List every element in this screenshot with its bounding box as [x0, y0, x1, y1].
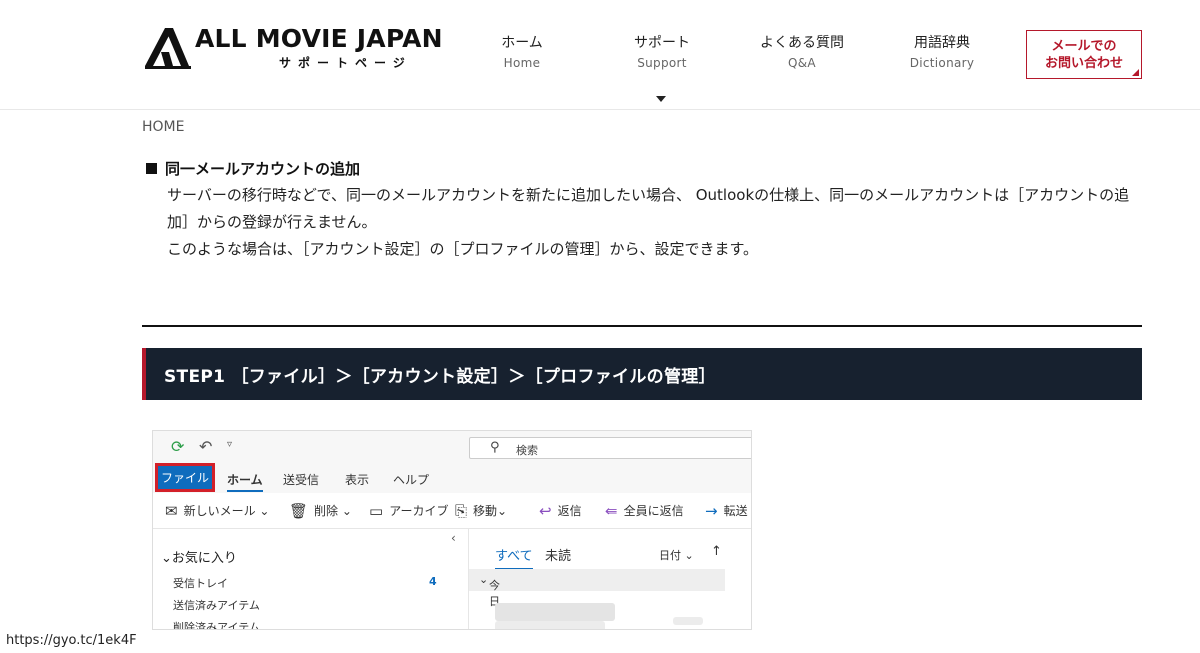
undo-icon: ↶: [199, 437, 213, 456]
folder-sent: 送信済みアイテム: [173, 599, 260, 612]
ribbon-new-mail-label: 新しいメール: [183, 504, 256, 518]
group-today: ⌄ 今日: [469, 569, 725, 608]
outlook-message-list: すべて 未読 日付 ⌄ ↑ ⌄ 今日: [469, 529, 751, 629]
section-paragraph-2: このような場合は、［アカウント設定］の［プロファイルの管理］から、設定できます。: [167, 240, 759, 258]
step-heading-bar: STEP1 ［ファイル］＞［アカウント設定］＞［プロファイルの管理］: [142, 348, 1142, 400]
outlook-tab-view: 表示: [345, 473, 370, 487]
outlook-titlebar: ⟳ ↶ ▿ ⚲ 検索: [153, 431, 751, 463]
folder-inbox: 受信トレイ: [173, 577, 228, 590]
quick-access-dropdown-icon: ▿: [227, 439, 233, 450]
nav-dictionary[interactable]: 用語辞典 Dictionary: [882, 32, 1002, 70]
archive-icon: ▭: [369, 502, 384, 520]
outlook-screenshot: ⟳ ↶ ▿ ⚲ 検索 ファイル ホーム 送受信 表示 ヘルプ ✉ 新しいメール ⌄…: [152, 430, 752, 630]
sync-icon: ⟳: [171, 437, 185, 456]
ribbon-new-mail: ✉ 新しいメール ⌄: [165, 502, 270, 520]
logo-mark-icon: [145, 28, 191, 69]
envelope-icon: ✉: [165, 502, 178, 520]
section-heading-text: 同一メールアカウントの追加: [165, 160, 361, 178]
folder-deleted: 削除済みアイテム: [173, 621, 260, 630]
outlook-tab-help: ヘルプ: [393, 473, 430, 487]
site-logo[interactable]: ALL MOVIE JAPAN サポートページ: [143, 24, 443, 72]
section-divider: [142, 325, 1142, 327]
ribbon-reply-label: 返信: [557, 504, 582, 518]
section-paragraph-1: サーバーの移行時などで、同一のメールアカウントを新たに追加したい場合、 Outl…: [167, 186, 1130, 231]
favorites-label: お気に入り: [171, 551, 237, 566]
mail-tab-all: すべて: [495, 545, 533, 570]
ribbon-reply: ↩ 返信: [539, 502, 582, 520]
nav-dictionary-label: 用語辞典: [914, 35, 970, 51]
caret-down-icon: [656, 96, 666, 102]
mail-tab-unread: 未読: [545, 549, 572, 564]
reply-icon: ↩: [539, 502, 552, 520]
outlook-tab-file: ファイル: [155, 463, 215, 492]
ribbon-reply-all: ⇚ 全員に返信: [605, 502, 684, 520]
nav-qa[interactable]: よくある質問 Q&A: [742, 32, 862, 70]
collapse-pane-icon: ‹: [451, 531, 456, 545]
ribbon-delete-label: 削除: [314, 504, 339, 518]
nav-qa-sublabel: Q&A: [788, 56, 816, 70]
nav-home[interactable]: ホーム Home: [462, 32, 582, 70]
corner-triangle-icon: [1132, 69, 1139, 76]
nav-dictionary-sublabel: Dictionary: [909, 56, 975, 70]
blurred-message-subject: [495, 621, 605, 629]
ribbon-forward-label: 転送: [723, 504, 748, 518]
ribbon-move: ⎘ 移動⌄: [455, 502, 508, 520]
outlook-tab-send-receive: 送受信: [283, 473, 320, 487]
ribbon-reply-all-label: 全員に返信: [623, 504, 684, 518]
outlook-search-label: 検索: [516, 444, 538, 457]
mail-contact-line1: メールでの: [1051, 39, 1117, 54]
logo-subtitle: サポートページ: [279, 56, 412, 70]
status-url[interactable]: https://gyo.tc/1ek4F: [0, 630, 150, 653]
forward-icon: →: [705, 502, 718, 520]
blurred-message-sender: [495, 603, 615, 621]
group-today-label: ⌄ 今日: [479, 573, 500, 608]
ribbon-archive-label: アーカイブ: [389, 504, 449, 518]
site-header: ALL MOVIE JAPAN サポートページ ホーム Home サポート Su…: [0, 0, 1200, 110]
outlook-search-box: ⚲ 検索: [469, 437, 751, 459]
breadcrumb-home[interactable]: HOME: [142, 119, 184, 135]
sort-label: 日付: [659, 549, 681, 562]
outlook-ribbon: ✉ 新しいメール ⌄ 🗑 削除 ⌄ ▭ アーカイブ ⎘ 移動⌄ ↩ 返信 ⇚ 全員に返信 →…: [153, 493, 751, 529]
nav-home-sublabel: Home: [503, 56, 541, 70]
blurred-message-date: [673, 617, 703, 625]
ribbon-move-label: 移動: [473, 504, 498, 518]
sort-direction-icon: ↑: [711, 544, 722, 559]
outlook-ribbon-tabs: ファイル ホーム 送受信 表示 ヘルプ: [153, 463, 751, 493]
mail-contact-line2: お問い合わせ: [1044, 56, 1123, 71]
nav-support[interactable]: サポート Support: [602, 32, 722, 70]
nav-home-label: ホーム: [501, 35, 543, 51]
section-body: サーバーの移行時などで、同一のメールアカウントを新たに追加したい場合、 Outl…: [167, 182, 1142, 263]
nav-qa-label: よくある質問: [760, 35, 844, 51]
logo-title: ALL MOVIE JAPAN: [195, 24, 443, 53]
sort-by-date: 日付 ⌄: [659, 549, 694, 562]
trash-icon: 🗑: [289, 502, 309, 520]
step-title: STEP1 ［ファイル］＞［アカウント設定］＞［プロファイルの管理］: [164, 367, 716, 387]
outlook-folder-pane: ‹ ⌄お気に入り 受信トレイ 4 送信済みアイテム 削除済みアイテム: [153, 529, 469, 630]
inbox-unread-count: 4: [429, 575, 437, 588]
move-folder-icon: ⎘: [455, 502, 468, 520]
section-heading: 同一メールアカウントの追加: [146, 158, 360, 179]
ribbon-archive: ▭ アーカイブ: [369, 502, 448, 520]
mail-contact-button[interactable]: メールでの お問い合わせ: [1026, 30, 1142, 79]
search-icon: ⚲: [490, 440, 500, 455]
outlook-tab-home: ホーム: [227, 471, 263, 492]
ribbon-forward: → 転送: [705, 502, 748, 520]
nav-support-label: サポート: [634, 35, 690, 51]
ribbon-delete: 🗑 削除 ⌄: [289, 502, 352, 520]
favorites-header: ⌄お気に入り: [161, 551, 237, 566]
square-bullet-icon: [146, 163, 157, 174]
reply-all-icon: ⇚: [605, 502, 618, 520]
nav-support-sublabel: Support: [637, 56, 687, 70]
